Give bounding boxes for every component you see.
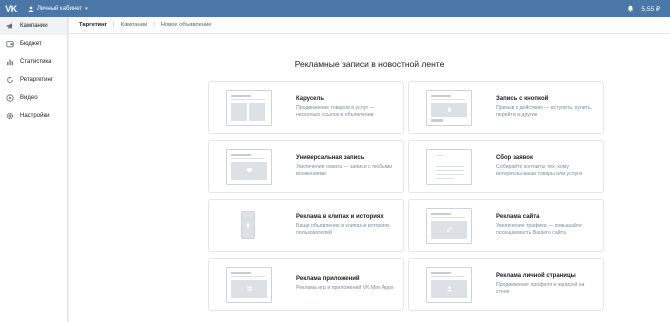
- sidebar-item-label: Бюджет: [20, 41, 42, 47]
- bell-icon[interactable]: [625, 0, 635, 17]
- gear-icon: [6, 112, 14, 120]
- button-post-preview-icon: [426, 89, 472, 126]
- breadcrumb: Таргетинг | Кампании | Новое объявление: [69, 17, 670, 34]
- card-title: Реклама приложений: [296, 276, 360, 283]
- sidebar-item-campaigns[interactable]: Кампании: [0, 17, 67, 35]
- ad-format-card-button-post[interactable]: Запись с кнопкой Призыв к действию — вст…: [408, 81, 604, 134]
- bar-chart-icon: [6, 58, 14, 66]
- ad-format-card-website[interactable]: Реклама сайта Увеличение трафика — повыш…: [408, 199, 604, 252]
- breadcrumb-item-new-ad: Новое объявление: [160, 22, 212, 28]
- card-description: Собирайте контакты тех, кому интересны в…: [496, 163, 583, 177]
- main-content: Таргетинг | Кампании | Новое объявление …: [69, 17, 670, 322]
- card-description: Увеличение охвата — записи с любыми влож…: [296, 163, 393, 177]
- stories-preview-icon: [226, 207, 272, 244]
- card-title: Запись с кнопкой: [496, 95, 549, 102]
- sidebar: Кампании Бюджет Статистика Ретаргетинг В…: [0, 17, 68, 322]
- sidebar-item-statistics[interactable]: Статистика: [0, 53, 67, 71]
- ad-format-card-carousel[interactable]: Карусель Продвижение товаров и услуг — н…: [208, 81, 404, 134]
- universal-post-preview-icon: [226, 148, 272, 185]
- carousel-preview-icon: [226, 89, 272, 126]
- card-description: Продвижение товаров и услуг — несколько …: [296, 104, 375, 118]
- ad-format-card-personal-page[interactable]: Реклама личной страницы Продвижение проф…: [408, 258, 604, 311]
- sidebar-item-settings[interactable]: Настройки: [0, 107, 67, 125]
- page-title: Рекламные записи в новостной ленте: [294, 59, 445, 69]
- video-icon: [6, 94, 14, 102]
- sidebar-item-label: Статистика: [20, 59, 52, 65]
- cabinet-label: Личный кабинет: [37, 5, 83, 12]
- breadcrumb-separator: |: [113, 22, 115, 28]
- sidebar-item-label: Ретаргетинг: [20, 77, 54, 83]
- cabinet-switcher[interactable]: Личный кабинет ▾: [28, 6, 88, 12]
- breadcrumb-item-targeting[interactable]: Таргетинг: [79, 22, 107, 28]
- card-description: Призыв к действию — вступить, купить, пе…: [496, 104, 593, 118]
- ad-format-card-universal-post[interactable]: Универсальная запись Увеличение охвата —…: [208, 140, 404, 193]
- sidebar-item-video[interactable]: Видео: [0, 89, 67, 107]
- vk-logo[interactable]: VK: [0, 0, 22, 17]
- card-description: Реклама игр и приложений VK Mini Apps: [296, 285, 394, 292]
- sidebar-item-label: Видео: [20, 95, 38, 101]
- wallet-icon: [6, 40, 14, 48]
- ad-format-card-apps[interactable]: Реклама приложений Реклама игр и приложе…: [208, 258, 404, 311]
- card-title: Сбор заявок: [496, 154, 533, 161]
- card-description: Ваши объявление в клипах и историях поль…: [296, 222, 390, 236]
- sidebar-item-retargeting[interactable]: Ретаргетинг: [0, 71, 67, 89]
- website-preview-icon: [426, 207, 472, 244]
- card-title: Карусель: [296, 95, 325, 102]
- ad-format-card-lead-form[interactable]: Сбор заявок Собирайте контакты тех, кому…: [408, 140, 604, 193]
- top-bar: VK Личный кабинет ▾ 5,55 ₽: [0, 0, 670, 17]
- card-title: Универсальная запись: [296, 154, 365, 161]
- card-title: Реклама сайта: [496, 213, 540, 220]
- retarget-icon: [6, 76, 14, 84]
- ad-format-card-clips-stories[interactable]: Реклама в клипах и историях Ваши объявле…: [208, 199, 404, 252]
- sidebar-item-label: Кампании: [20, 23, 48, 29]
- card-description: Продвижение профиля и записей на стене: [496, 281, 585, 295]
- sidebar-item-label: Настройки: [20, 113, 50, 119]
- personal-page-preview-icon: [426, 266, 472, 303]
- sidebar-item-budget[interactable]: Бюджет: [0, 35, 67, 53]
- user-icon: [28, 6, 34, 12]
- megaphone-icon: [6, 22, 14, 30]
- breadcrumb-item-campaigns[interactable]: Кампании: [121, 22, 148, 28]
- balance[interactable]: 5,55 ₽: [641, 5, 660, 13]
- card-description: Увеличение трафика — повышайте посещаемо…: [496, 222, 582, 236]
- chevron-down-icon: ▾: [85, 5, 88, 12]
- apps-preview-icon: [226, 266, 272, 303]
- card-title: Реклама личной страницы: [496, 272, 576, 279]
- breadcrumb-separator: |: [153, 22, 155, 28]
- card-title: Реклама в клипах и историях: [296, 213, 384, 220]
- lead-form-preview-icon: [426, 148, 472, 185]
